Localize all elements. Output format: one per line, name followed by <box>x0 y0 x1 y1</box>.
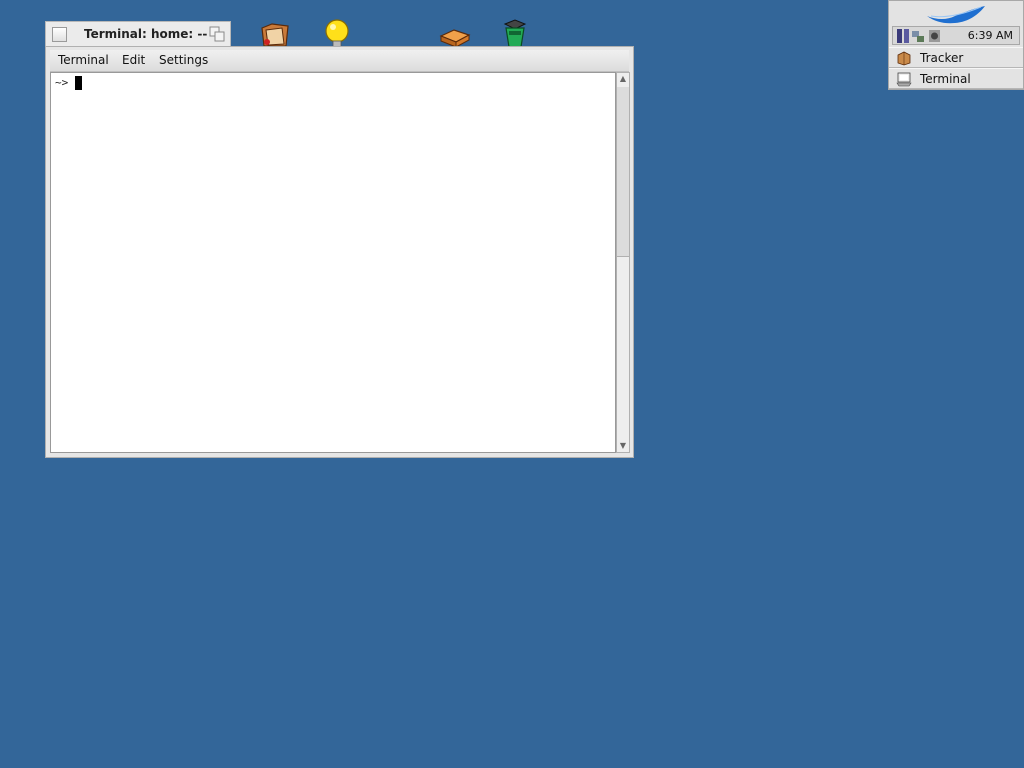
deskbar: 6:39 AM Tracker Terminal <box>888 0 1024 90</box>
menu-edit[interactable]: Edit <box>122 53 145 67</box>
clock[interactable]: 6:39 AM <box>968 29 1013 42</box>
deskbar-app-tracker[interactable]: Tracker <box>889 47 1023 68</box>
vertical-scrollbar[interactable]: ▲ ▼ <box>616 72 630 453</box>
home-folder-icon[interactable] <box>258 18 292 48</box>
scroll-down-arrow-icon[interactable]: ▼ <box>617 440 629 452</box>
terminal-window: Terminal Edit Settings ~> ▲ ▼ <box>45 46 634 458</box>
cpu-monitor-icon[interactable] <box>897 29 909 43</box>
lightbulb-icon[interactable] <box>320 18 354 48</box>
text-cursor <box>75 76 82 90</box>
menu-terminal[interactable]: Terminal <box>58 53 109 67</box>
deskbar-app-label: Terminal <box>920 72 971 86</box>
window-zoom-button[interactable] <box>209 26 225 42</box>
menu-bar: Terminal Edit Settings <box>50 50 629 72</box>
trash-icon[interactable] <box>497 18 531 48</box>
system-tray: 6:39 AM <box>892 26 1020 45</box>
window-title: Terminal: home: -- <box>84 27 208 41</box>
volume-icon[interactable] <box>929 30 940 42</box>
window-title-tab[interactable]: Terminal: home: -- <box>45 21 231 46</box>
tray-icons <box>897 29 940 43</box>
shell-prompt: ~> <box>55 76 69 89</box>
disk-icon[interactable] <box>438 18 472 48</box>
deskbar-app-terminal[interactable]: Terminal <box>889 68 1023 89</box>
terminal-icon <box>896 72 912 87</box>
network-icon[interactable] <box>912 31 924 42</box>
window-close-button[interactable] <box>52 27 67 42</box>
leaf-menu-icon[interactable] <box>923 4 987 26</box>
menu-settings[interactable]: Settings <box>159 53 208 67</box>
scroll-thumb[interactable] <box>617 87 629 257</box>
tracker-icon <box>897 51 911 66</box>
deskbar-app-label: Tracker <box>920 51 964 65</box>
scroll-up-arrow-icon[interactable]: ▲ <box>617 73 629 85</box>
terminal-text-area[interactable]: ~> <box>50 72 616 453</box>
